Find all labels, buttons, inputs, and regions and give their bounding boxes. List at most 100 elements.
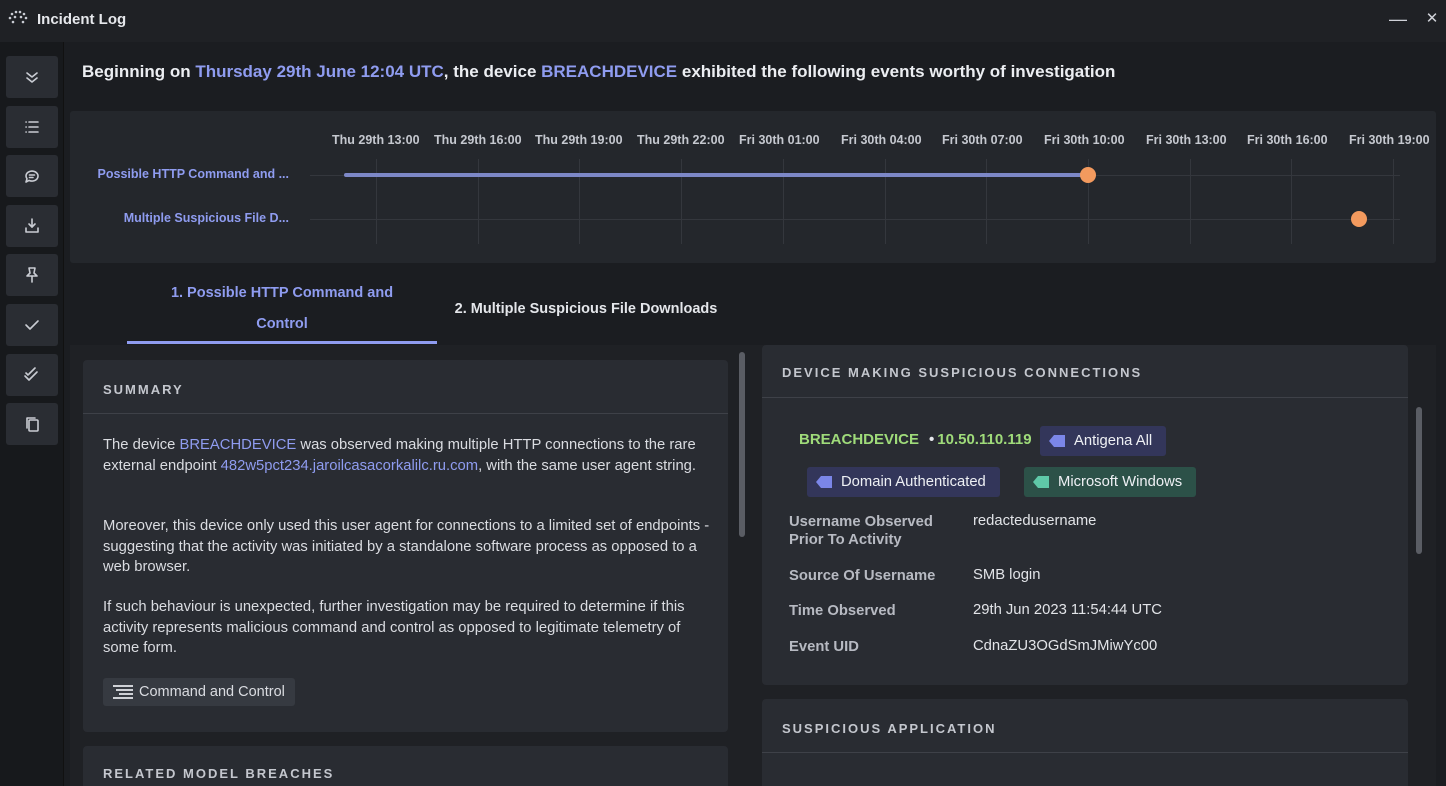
timeline-tick-label: Fri 30th 01:00 bbox=[739, 133, 820, 147]
suspicious-application-title: SUSPICIOUS APPLICATION bbox=[782, 721, 997, 736]
timeline-duration-bar[interactable] bbox=[344, 173, 1088, 177]
tag-chip[interactable]: Microsoft Windows bbox=[1024, 467, 1197, 497]
timeline-gridline bbox=[681, 159, 682, 244]
divider bbox=[762, 397, 1408, 398]
event-timeline: Possible HTTP Command and ... Multiple S… bbox=[70, 111, 1436, 263]
timeline-gridline bbox=[1291, 159, 1292, 244]
timeline-gridline bbox=[376, 159, 377, 244]
incident-heading: Beginning on Thursday 29th June 12:04 UT… bbox=[82, 62, 1115, 82]
timeline-tick-label: Thu 29th 16:00 bbox=[434, 133, 522, 147]
summary-text: The device bbox=[103, 437, 180, 453]
related-breaches-title: RELATED MODEL BREACHES bbox=[103, 766, 335, 781]
timeline-row-label[interactable]: Possible HTTP Command and ... bbox=[84, 167, 289, 181]
chip-label: Microsoft Windows bbox=[1058, 474, 1183, 490]
timeline-event-marker[interactable] bbox=[1351, 211, 1367, 227]
download-button[interactable] bbox=[6, 205, 58, 247]
tab-label: 1. Possible HTTP Command and Control bbox=[170, 285, 394, 332]
close-button[interactable]: ✕ bbox=[1421, 8, 1443, 30]
timeline-gridline bbox=[1393, 159, 1394, 244]
copy-button[interactable] bbox=[6, 403, 58, 445]
heading-middle: , the device bbox=[443, 62, 542, 81]
chip-label: Domain Authenticated bbox=[841, 474, 986, 490]
mitre-tactic-tag[interactable]: Command and Control bbox=[103, 678, 295, 706]
download-icon bbox=[25, 218, 39, 233]
minimize-button[interactable]: — bbox=[1387, 8, 1409, 30]
timeline-gridline bbox=[783, 159, 784, 244]
divider bbox=[83, 413, 728, 414]
main-panel: Beginning on Thursday 29th June 12:04 UT… bbox=[64, 42, 1446, 786]
field-label: Event UID bbox=[789, 639, 859, 655]
summary-paragraph: The device BREACHDEVICE was observed mak… bbox=[103, 435, 713, 476]
timeline-gridline bbox=[885, 159, 886, 244]
chip-label: Antigena All bbox=[1074, 433, 1153, 449]
acknowledge-all-button[interactable] bbox=[6, 354, 58, 396]
timeline-tick-label: Thu 29th 22:00 bbox=[637, 133, 725, 147]
summary-card: SUMMARY The device BREACHDEVICE was obse… bbox=[83, 360, 728, 732]
summary-title: SUMMARY bbox=[103, 382, 184, 397]
device-card-title: DEVICE MAKING SUSPICIOUS CONNECTIONS bbox=[782, 365, 1143, 380]
copy-icon bbox=[26, 417, 39, 432]
tag-chip[interactable]: Domain Authenticated bbox=[807, 467, 1000, 497]
list-button[interactable] bbox=[6, 106, 58, 148]
timeline-tick-label: Fri 30th 04:00 bbox=[841, 133, 922, 147]
timeline-gridline bbox=[986, 159, 987, 244]
related-breaches-card: RELATED MODEL BREACHES bbox=[83, 746, 728, 786]
left-toolbar bbox=[0, 42, 64, 786]
summary-text: , with the same user agent string. bbox=[478, 457, 697, 474]
tactic-lines-icon bbox=[113, 685, 133, 699]
timeline-tick-label: Thu 29th 13:00 bbox=[332, 133, 420, 147]
divider bbox=[762, 752, 1408, 753]
comment-icon bbox=[25, 170, 39, 183]
heading-suffix: exhibited the following events worthy of… bbox=[677, 62, 1116, 81]
timeline-tick-label: Thu 29th 19:00 bbox=[535, 133, 623, 147]
device-name-link[interactable]: BREACHDEVICE bbox=[799, 431, 919, 448]
left-scrollbar[interactable] bbox=[739, 352, 745, 537]
field-label: Time Observed bbox=[789, 603, 896, 619]
timeline-row-line bbox=[310, 219, 1400, 220]
acknowledge-button[interactable] bbox=[6, 304, 58, 346]
tag-icon bbox=[1049, 435, 1065, 447]
suspicious-application-card: SUSPICIOUS APPLICATION bbox=[762, 699, 1408, 786]
collapse-button[interactable] bbox=[6, 56, 58, 98]
list-icon bbox=[25, 121, 39, 133]
heading-prefix: Beginning on bbox=[82, 62, 196, 81]
tag-chip[interactable]: Antigena All bbox=[1040, 426, 1167, 456]
timeline-tick-label: Fri 30th 16:00 bbox=[1247, 133, 1328, 147]
device-card: DEVICE MAKING SUSPICIOUS CONNECTIONS BRE… bbox=[762, 345, 1408, 685]
timeline-tick-label: Fri 30th 19:00 bbox=[1349, 133, 1430, 147]
comment-button[interactable] bbox=[6, 155, 58, 197]
field-value: CdnaZU3OGdSmJMiwYc00 bbox=[973, 638, 1158, 654]
timeline-tick-label: Fri 30th 10:00 bbox=[1044, 133, 1125, 147]
field-label: Source Of Username bbox=[789, 568, 936, 584]
timeline-gridline bbox=[1190, 159, 1191, 244]
heading-device-link[interactable]: BREACHDEVICE bbox=[541, 62, 677, 81]
field-value: SMB login bbox=[973, 567, 1041, 583]
pin-icon bbox=[26, 267, 38, 283]
tag-icon bbox=[816, 476, 832, 488]
field-label: Username Observed Prior To Activity bbox=[789, 514, 933, 548]
field-value: 29th Jun 2023 11:54:44 UTC bbox=[973, 602, 1162, 618]
check-icon bbox=[25, 320, 39, 330]
field-value: redactedusername bbox=[973, 513, 1097, 529]
timeline-row-label[interactable]: Multiple Suspicious File D... bbox=[84, 211, 289, 225]
timeline-gridline bbox=[579, 159, 580, 244]
collapse-chevrons-icon bbox=[26, 72, 38, 83]
endpoint-link[interactable]: 482w5pct234.jaroilcasacorkalilc.ru.com bbox=[221, 458, 478, 474]
timeline-tick-label: Fri 30th 07:00 bbox=[942, 133, 1023, 147]
timeline-event-marker[interactable] bbox=[1080, 167, 1096, 183]
pin-button[interactable] bbox=[6, 254, 58, 296]
timeline-gridline bbox=[478, 159, 479, 244]
device-ip[interactable]: 10.50.110.119 bbox=[929, 431, 1031, 448]
timeline-tick-label: Fri 30th 13:00 bbox=[1146, 133, 1227, 147]
summary-paragraph: Moreover, this device only used this use… bbox=[103, 518, 710, 575]
device-link[interactable]: BREACHDEVICE bbox=[180, 437, 297, 453]
heading-date: Thursday 29th June 12:04 UTC bbox=[195, 62, 444, 81]
title-bar: Incident Log — ✕ bbox=[0, 0, 1446, 42]
double-check-icon bbox=[24, 367, 38, 381]
app-logo-icon bbox=[8, 10, 28, 24]
tag-label: Command and Control bbox=[139, 684, 285, 700]
window-title: Incident Log bbox=[37, 11, 127, 28]
tab-http-command-and-control[interactable]: 1. Possible HTTP Command and Control bbox=[127, 278, 437, 344]
right-scrollbar[interactable] bbox=[1416, 407, 1422, 554]
tab-suspicious-file-downloads[interactable]: 2. Multiple Suspicious File Downloads bbox=[446, 294, 726, 325]
